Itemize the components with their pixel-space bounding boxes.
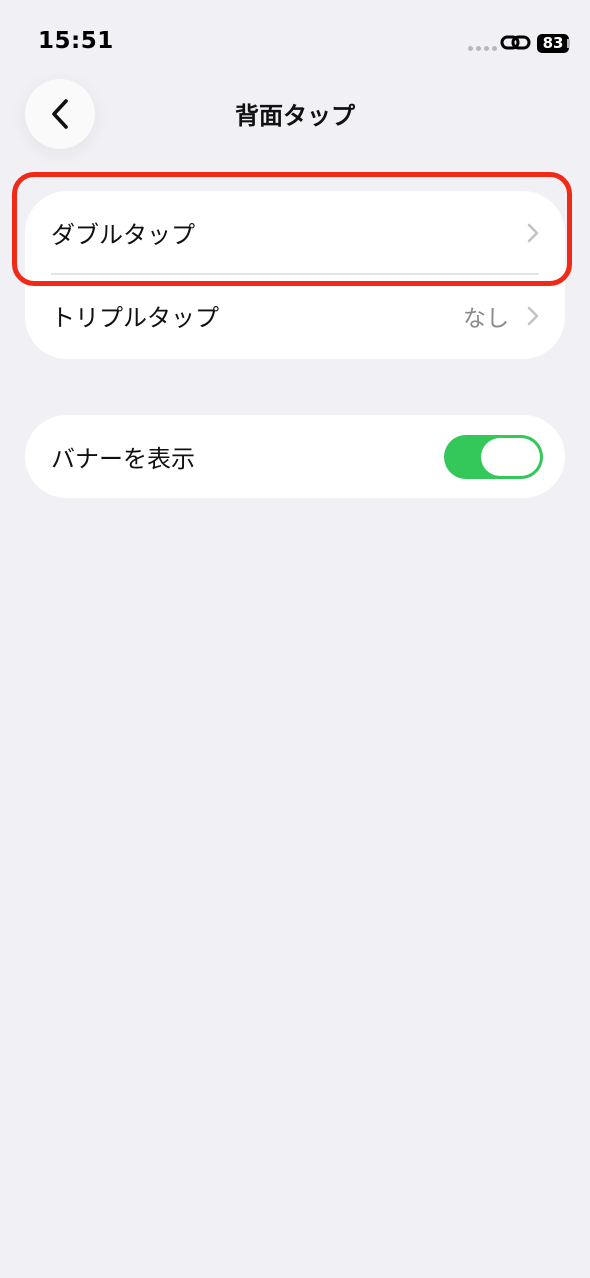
page-title: 背面タップ	[235, 102, 355, 130]
link-icon	[500, 35, 531, 50]
double-tap-row[interactable]: ダブルタップ	[25, 191, 565, 275]
triple-tap-value: なし	[463, 305, 509, 332]
show-banner-toggle[interactable]	[444, 435, 543, 479]
battery-icon: 83	[537, 34, 569, 53]
banner-group: バナーを表示	[25, 415, 565, 498]
chevron-right-icon	[527, 306, 539, 325]
triple-tap-row[interactable]: トリプルタップ なし	[25, 274, 565, 357]
back-tap-actions-group: ダブルタップ トリプルタップ なし	[25, 191, 565, 359]
show-banner-row: バナーを表示	[25, 415, 565, 498]
battery-tip	[567, 39, 570, 48]
chevron-right-icon	[527, 223, 539, 242]
toggle-knob	[481, 438, 540, 476]
triple-tap-label: トリプルタップ	[51, 304, 219, 332]
double-tap-label: ダブルタップ	[51, 221, 195, 249]
status-bar: 15:51 83	[0, 0, 590, 88]
cellular-signal-icon	[468, 46, 497, 51]
show-banner-label: バナーを表示	[51, 445, 195, 473]
status-time: 15:51	[38, 28, 114, 54]
